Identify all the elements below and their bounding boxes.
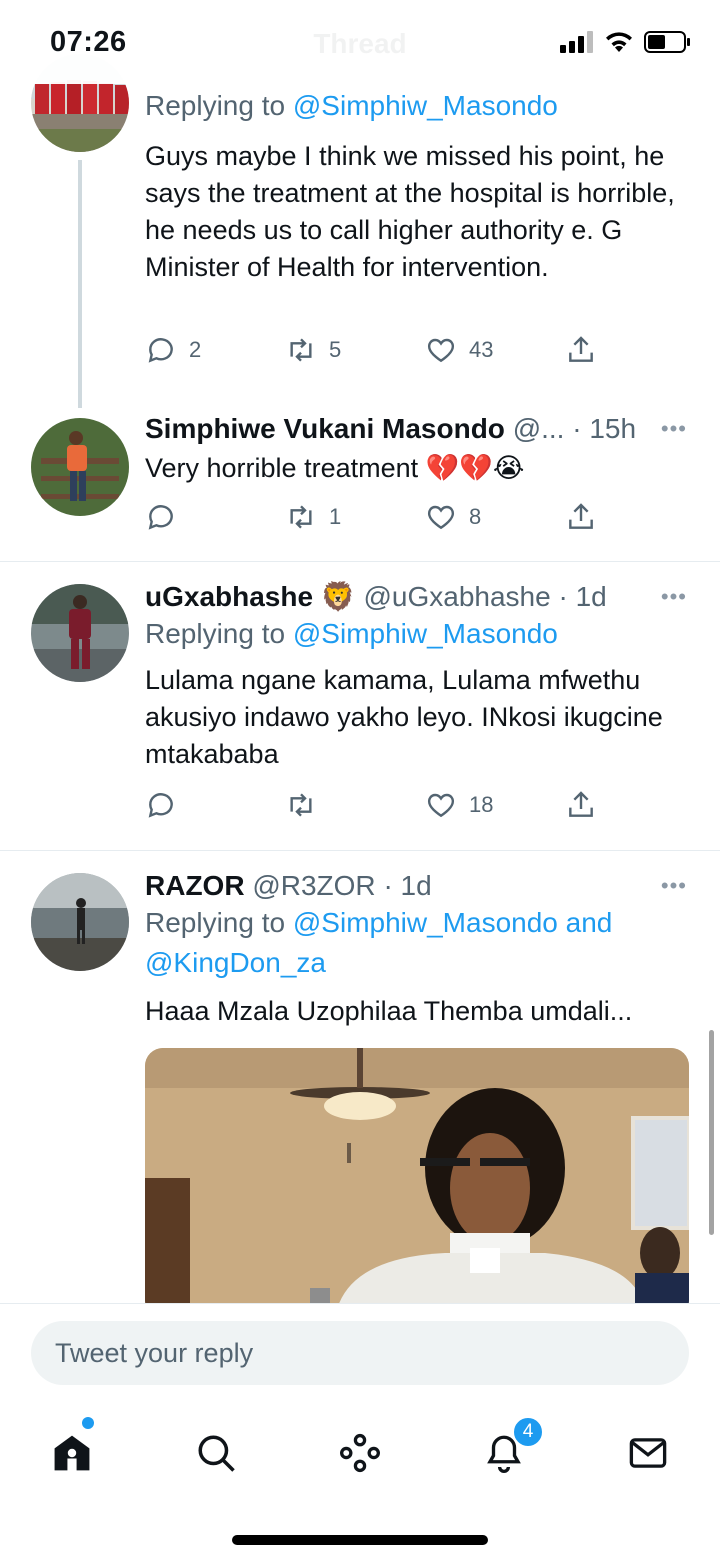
home-notification-dot bbox=[82, 1417, 94, 1429]
tweet-reply-input[interactable] bbox=[31, 1321, 689, 1385]
tweet-thread: Replying to @Simphiw_Masondo Guys maybe … bbox=[0, 0, 720, 1303]
share-icon bbox=[569, 336, 593, 362]
reply-icon bbox=[148, 338, 173, 363]
avatar[interactable] bbox=[31, 418, 129, 516]
avatar[interactable] bbox=[31, 584, 129, 682]
mention-link[interactable]: @Simphiw_Masondo and bbox=[293, 907, 612, 938]
replying-to: Replying to @Simphiw_Masondo and @KingDo… bbox=[145, 907, 613, 978]
retweet-icon bbox=[290, 505, 312, 529]
tab-messages[interactable] bbox=[618, 1423, 678, 1483]
mention-link[interactable]: @Simphiw_Masondo bbox=[293, 618, 558, 649]
reply-action[interactable] bbox=[145, 501, 189, 533]
mention-link[interactable]: @KingDon_za bbox=[145, 947, 326, 978]
heart-icon bbox=[427, 505, 455, 530]
more-options-icon[interactable]: ••• bbox=[661, 416, 687, 442]
retweet-icon bbox=[290, 338, 312, 362]
share-icon bbox=[569, 503, 593, 529]
tab-spaces[interactable] bbox=[330, 1423, 390, 1483]
home-indicator bbox=[232, 1535, 488, 1545]
tweet-text: Very horrible treatment 💔💔😭 bbox=[145, 453, 525, 483]
retweet-icon bbox=[290, 793, 312, 817]
like-action[interactable]: 18 bbox=[425, 789, 493, 821]
mention-link[interactable]: @Simphiw_Masondo bbox=[293, 90, 558, 121]
tweet-4[interactable]: RAZOR @R3ZOR · 1d Replying to @Simphiw_M… bbox=[0, 851, 720, 1303]
tweet-header: RAZOR @R3ZOR · 1d bbox=[145, 869, 690, 903]
handle[interactable]: @... bbox=[513, 413, 565, 444]
retweet-action[interactable] bbox=[285, 789, 329, 821]
spaces-icon bbox=[340, 1433, 380, 1473]
cellular-signal-icon bbox=[560, 31, 593, 53]
notifications-badge: 4 bbox=[512, 1416, 544, 1448]
share-action[interactable] bbox=[565, 501, 597, 533]
share-action[interactable] bbox=[565, 334, 597, 366]
reply-action[interactable]: 2 bbox=[145, 334, 201, 366]
reply-icon bbox=[148, 505, 173, 530]
display-name[interactable]: RAZOR bbox=[145, 870, 245, 901]
status-bar: 07:26 Thread bbox=[0, 0, 720, 84]
tweet-media-image[interactable] bbox=[145, 1048, 689, 1303]
tab-home[interactable] bbox=[42, 1423, 102, 1483]
handle[interactable]: @uGxabhashe bbox=[363, 581, 550, 612]
home-icon bbox=[54, 1435, 90, 1471]
avatar[interactable] bbox=[31, 873, 129, 971]
wifi-icon bbox=[606, 32, 632, 52]
replying-to: Replying to @Simphiw_Masondo bbox=[145, 90, 558, 121]
replying-to: Replying to @Simphiw_Masondo bbox=[145, 618, 558, 649]
bottom-tab-bar: 4 bbox=[0, 1401, 720, 1559]
tweet-text: Guys maybe I think we missed his point, … bbox=[145, 141, 675, 282]
tweet-header: Simphiwe Vukani Masondo @... · 15h bbox=[145, 412, 690, 446]
timestamp[interactable]: · 15h bbox=[572, 413, 636, 444]
more-options-icon[interactable]: ••• bbox=[661, 584, 687, 610]
tweet-3[interactable]: uGxabhashe 🦁 @uGxabhashe · 1d Replying t… bbox=[0, 562, 720, 850]
retweet-action[interactable]: 1 bbox=[285, 501, 341, 533]
search-icon bbox=[198, 1435, 235, 1472]
share-action[interactable] bbox=[565, 789, 597, 821]
mail-icon bbox=[629, 1438, 667, 1468]
reply-composer bbox=[0, 1303, 720, 1401]
share-icon bbox=[569, 791, 593, 817]
retweet-action[interactable]: 5 bbox=[285, 334, 341, 366]
thread-connector bbox=[78, 160, 82, 408]
tweet-text: Lulama ngane kamama, Lulama mfwethu akus… bbox=[145, 665, 663, 769]
display-name[interactable]: uGxabhashe 🦁 bbox=[145, 581, 356, 612]
tweet-header: uGxabhashe 🦁 @uGxabhashe · 1d bbox=[145, 580, 690, 614]
more-options-icon[interactable]: ••• bbox=[661, 873, 687, 899]
tab-search[interactable] bbox=[186, 1423, 246, 1483]
timestamp[interactable]: · 1d bbox=[383, 870, 431, 901]
battery-icon bbox=[644, 31, 690, 53]
tweet-text: Haaa Mzala Uzophilaa Themba umdali... bbox=[145, 996, 633, 1026]
display-name[interactable]: Simphiwe Vukani Masondo bbox=[145, 413, 505, 444]
handle[interactable]: @R3ZOR bbox=[252, 870, 375, 901]
tweet-2[interactable]: Simphiwe Vukani Masondo @... · 15h Very … bbox=[0, 400, 720, 561]
like-action[interactable]: 8 bbox=[425, 501, 481, 533]
reply-icon bbox=[148, 793, 173, 818]
heart-icon bbox=[427, 338, 455, 363]
reply-action[interactable] bbox=[145, 789, 189, 821]
heart-icon bbox=[427, 793, 455, 818]
scrollbar[interactable] bbox=[709, 1030, 714, 1235]
timestamp[interactable]: · 1d bbox=[558, 581, 606, 612]
like-action[interactable]: 43 bbox=[425, 334, 493, 366]
